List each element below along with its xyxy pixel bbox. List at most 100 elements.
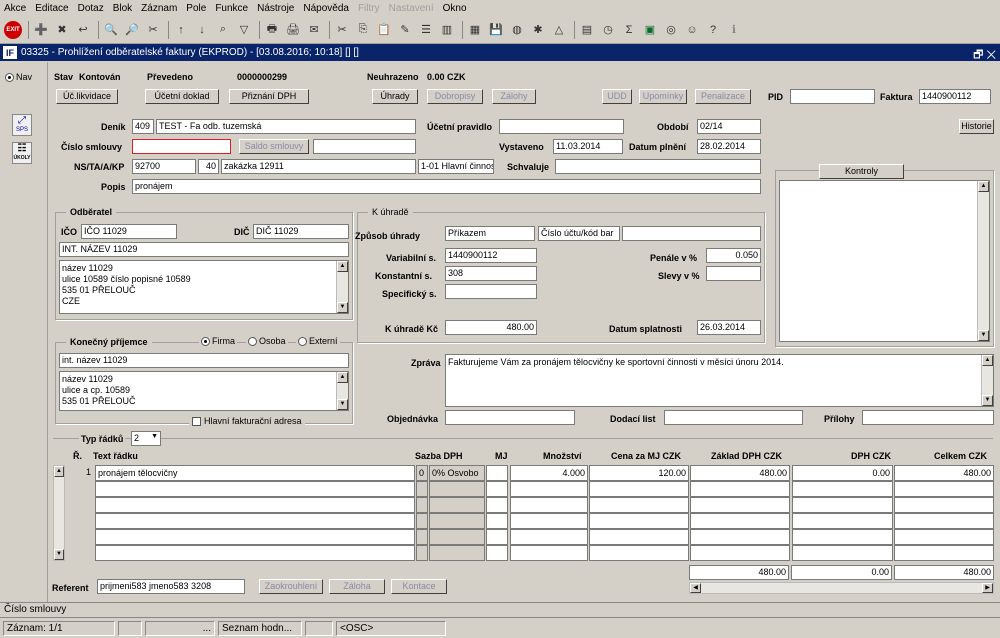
clock-icon[interactable]: ◷ <box>599 21 617 39</box>
grid-hscrollbar[interactable]: ◀ ▶ <box>689 582 994 594</box>
konstantni-field[interactable]: 308 <box>445 266 537 281</box>
cell-text[interactable] <box>95 529 415 545</box>
cell-sazba-code[interactable] <box>416 545 428 561</box>
zprava-scrollbar[interactable]: ▲ ▼ <box>981 355 993 406</box>
upominky-button[interactable]: Upomínky <box>639 89 687 104</box>
copy-icon[interactable]: ⎘ <box>354 21 372 39</box>
query-run-icon[interactable]: 🔎 <box>123 21 141 39</box>
cell-zaklad[interactable] <box>690 481 790 497</box>
uc-likvidace-button[interactable]: Úč.likvidace <box>56 89 118 104</box>
penale-field[interactable]: 0.050 <box>706 248 761 263</box>
hlavni-fakturacni-checkbox[interactable]: Hlavní fakturační adresa <box>189 416 305 426</box>
menu-pole[interactable]: Pole <box>186 3 206 14</box>
mail-icon[interactable]: ✉ <box>305 21 323 39</box>
cell-mnozstvi[interactable] <box>510 513 588 529</box>
kontace-button[interactable]: Kontace <box>391 579 447 594</box>
specificky-field[interactable] <box>445 284 537 299</box>
pid-field[interactable] <box>790 89 875 104</box>
dic-field[interactable]: DIČ 11029 <box>253 224 349 239</box>
grid-icon[interactable]: ▦ <box>466 21 484 39</box>
slevy-field[interactable] <box>706 266 761 281</box>
save-icon[interactable]: 💾 <box>487 21 505 39</box>
cell-sazba[interactable] <box>429 497 485 513</box>
cell-celkem[interactable] <box>894 513 994 529</box>
scroll-left-icon[interactable]: ◀ <box>690 583 701 593</box>
edit-icon[interactable]: ✎ <box>396 21 414 39</box>
osoba-radio[interactable]: Osoba <box>246 336 288 346</box>
scroll-up-icon[interactable]: ▲ <box>337 261 348 272</box>
cell-zaklad[interactable] <box>690 497 790 513</box>
ucet-extra-field[interactable] <box>622 226 761 241</box>
menu-nastaveni[interactable]: Nastavení <box>389 3 434 14</box>
prijemce-name-field[interactable]: int. název 11029 <box>59 353 349 368</box>
prijemce-address[interactable]: název 11029 ulice a cp. 10589 535 01 PŘE… <box>59 371 349 411</box>
cell-sazba-code[interactable] <box>416 481 428 497</box>
cell-text[interactable] <box>95 545 415 561</box>
cell-mj[interactable] <box>486 465 508 481</box>
cell-dph[interactable]: 0.00 <box>792 465 893 481</box>
cell-celkem[interactable] <box>894 497 994 513</box>
cell-mj[interactable] <box>486 529 508 545</box>
cell-mnozstvi[interactable] <box>510 529 588 545</box>
cell-text[interactable] <box>95 497 415 513</box>
nav-radio[interactable]: Nav <box>5 72 32 82</box>
cell-zaklad[interactable]: 480.00 <box>690 465 790 481</box>
zaokrouhleni-button[interactable]: Zaokrouhlení <box>259 579 323 594</box>
print-icon[interactable]: 🖶 <box>263 21 281 39</box>
cut-icon[interactable]: ✂ <box>333 21 351 39</box>
cell-mnozstvi[interactable] <box>510 497 588 513</box>
dodaci-list-field[interactable] <box>664 410 803 425</box>
ns-field[interactable]: 92700 <box>132 159 196 174</box>
objednavka-field[interactable] <box>445 410 575 425</box>
menu-editace[interactable]: Editace <box>35 3 68 14</box>
cell-celkem[interactable]: 480.00 <box>894 465 994 481</box>
exit-icon[interactable]: EXIT <box>4 20 22 39</box>
cell-cena[interactable] <box>589 513 689 529</box>
cell-zaklad[interactable] <box>690 545 790 561</box>
cislo-smlouvy-field[interactable] <box>132 139 231 154</box>
cell-dph[interactable] <box>792 513 893 529</box>
denik-name-field[interactable]: TEST - Fa odb. tuzemská <box>156 119 416 134</box>
kp-field[interactable]: 1-01 Hlavní činnos <box>418 159 494 174</box>
users-icon[interactable]: ☺ <box>683 21 701 39</box>
a-field[interactable]: zakázka 12911 <box>221 159 416 174</box>
cell-mj[interactable] <box>486 497 508 513</box>
datum-splatnosti-field[interactable]: 26.03.2014 <box>697 320 761 335</box>
cell-sazba[interactable] <box>429 513 485 529</box>
sum-icon[interactable]: Σ <box>620 21 638 39</box>
print-preview-icon[interactable]: 🖨 <box>284 21 302 39</box>
sort-asc-icon[interactable]: ↑ <box>172 21 190 39</box>
cell-celkem[interactable] <box>894 529 994 545</box>
uhrady-button[interactable]: Úhrady <box>372 89 418 104</box>
variabilni-field[interactable]: 1440900112 <box>445 248 537 263</box>
globe-icon[interactable]: ◍ <box>508 21 526 39</box>
popis-field[interactable]: pronájem <box>132 179 761 194</box>
cancel-record-icon[interactable]: ↩ <box>74 21 92 39</box>
ucetni-pravidlo-field[interactable] <box>499 119 624 134</box>
cell-cena[interactable] <box>589 481 689 497</box>
cell-mnozstvi[interactable] <box>510 481 588 497</box>
cell-sazba[interactable]: 0% Osvobo <box>429 465 485 481</box>
excel-icon[interactable]: ▣ <box>641 21 659 39</box>
scroll-up-icon[interactable]: ▲ <box>337 372 348 383</box>
cell-text[interactable] <box>95 513 415 529</box>
cell-sazba-code[interactable] <box>416 513 428 529</box>
search-icon[interactable]: ⌕ <box>214 21 232 39</box>
cell-sazba[interactable] <box>429 481 485 497</box>
referent-field[interactable]: prijmeni583 jmeno583 3208 <box>97 579 245 594</box>
cell-sazba[interactable] <box>429 545 485 561</box>
menu-filtry[interactable]: Filtry <box>358 3 380 14</box>
odberatel-address[interactable]: název 11029 ulice 10589 číslo popisné 10… <box>59 260 349 314</box>
odberatel-scrollbar[interactable]: ▲ ▼ <box>336 261 348 313</box>
penalizace-button[interactable]: Penalizace <box>695 89 751 104</box>
cell-sazba-code[interactable] <box>416 529 428 545</box>
cell-cena[interactable] <box>589 545 689 561</box>
insert-record-icon[interactable]: ➕ <box>32 21 50 39</box>
denik-code-field[interactable]: 409 <box>132 119 154 134</box>
ukoly-icon[interactable]: ☷ ÚKOLY <box>12 142 32 164</box>
zprava-field[interactable]: Fakturujeme Vám za pronájem tělocvičny k… <box>445 354 994 407</box>
externi-radio[interactable]: Externí <box>296 336 340 346</box>
obdobi-field[interactable]: 02/14 <box>697 119 761 134</box>
cell-cena[interactable] <box>589 529 689 545</box>
cell-mnozstvi[interactable]: 4.000 <box>510 465 588 481</box>
